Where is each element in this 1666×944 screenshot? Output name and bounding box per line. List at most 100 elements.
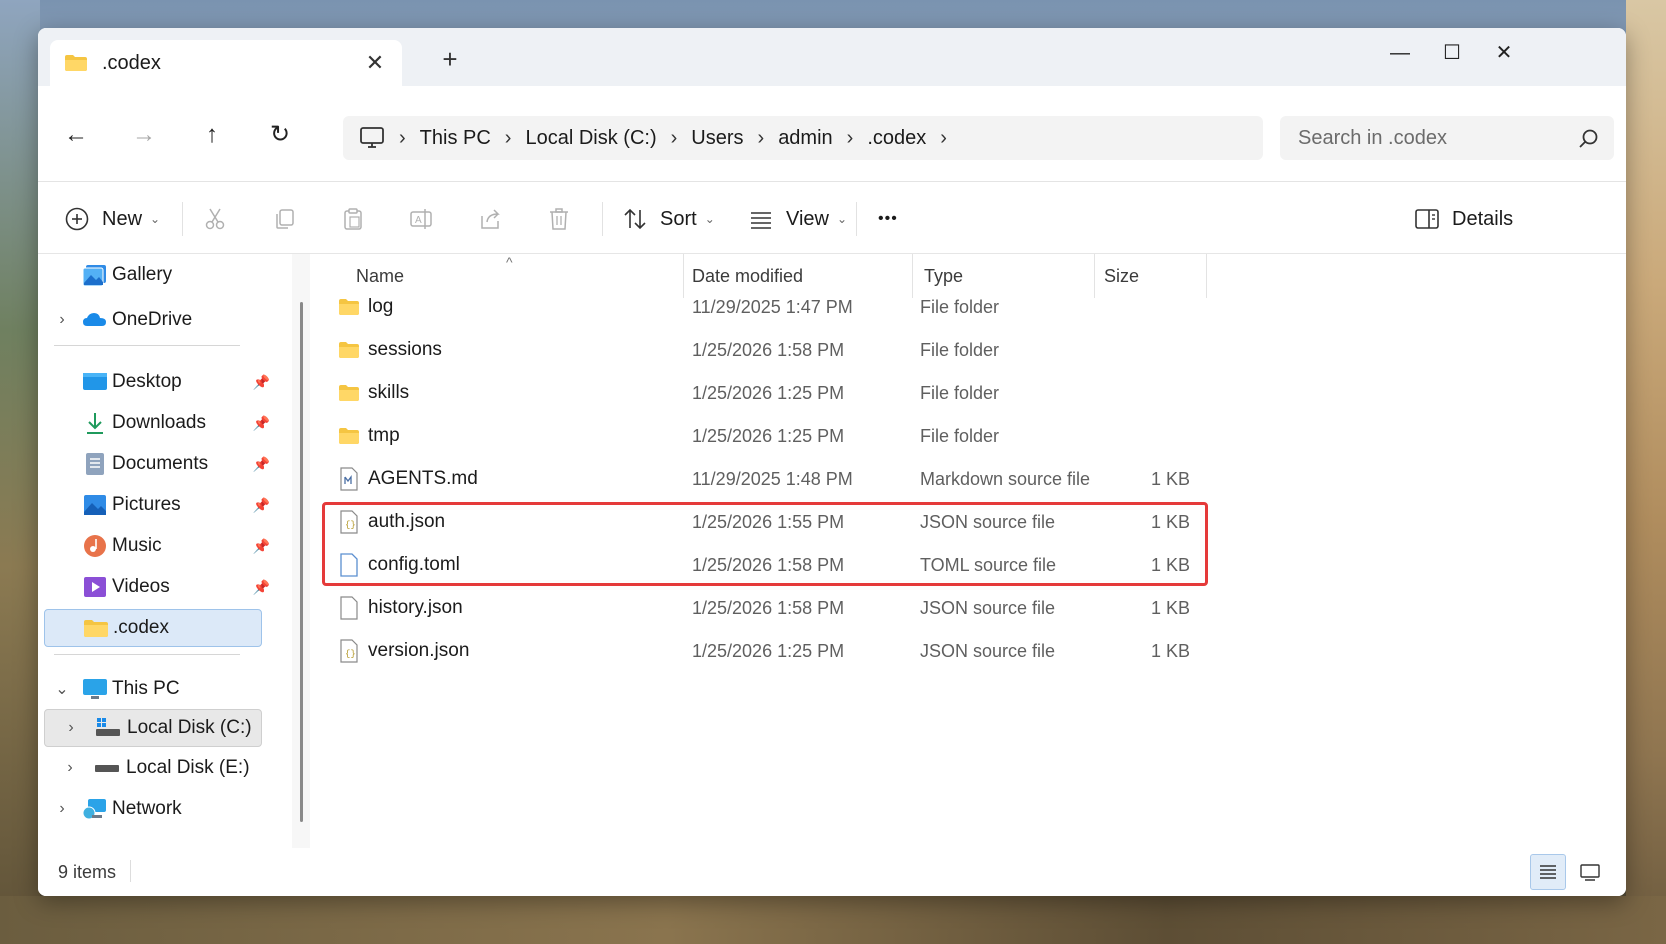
sidebar-item-onedrive[interactable]: › OneDrive xyxy=(44,301,276,339)
file-date: 1/25/2026 1:58 PM xyxy=(692,598,845,618)
sidebar-item-local-disk-e[interactable]: › Local Disk (E:) xyxy=(44,749,276,787)
minimize-button[interactable]: — xyxy=(1380,38,1420,68)
sidebar-item-label: Downloads xyxy=(112,412,206,433)
sidebar-item-label: This PC xyxy=(112,678,180,699)
search-input[interactable] xyxy=(1280,116,1614,160)
up-button[interactable]: ↑ xyxy=(196,120,228,152)
chevron-right-icon[interactable]: › xyxy=(62,759,78,777)
breadcrumb-local-disk-c[interactable]: Local Disk (C:) xyxy=(525,127,656,150)
chevron-down-icon: ⌄ xyxy=(704,212,715,226)
file-size: 1 KB xyxy=(1150,469,1190,489)
new-tab-button[interactable]: + xyxy=(436,44,464,75)
sidebar-item-desktop[interactable]: Desktop 📌 xyxy=(44,363,276,401)
file-row-version-json[interactable]: {} version.json 1/25/2026 1:25 PM JSON s… xyxy=(310,630,1210,672)
share-button[interactable] xyxy=(478,204,504,234)
refresh-button[interactable]: ↻ xyxy=(264,120,296,152)
command-bar: New ⌄ A Sort ⌄ View ⌄ ••• Details xyxy=(38,182,1626,254)
desktop-background-right xyxy=(1626,0,1666,944)
file-row-skills[interactable]: skills 1/25/2026 1:25 PM File folder xyxy=(310,372,1210,414)
folder-icon xyxy=(339,299,359,315)
markdown-file-icon xyxy=(340,467,358,491)
sidebar-item-label: Local Disk (E:) xyxy=(126,757,250,778)
file-type: File folder xyxy=(920,426,1000,446)
drive-icon xyxy=(96,718,120,736)
file-list: ^ Name Date modified Type Size log 11/29… xyxy=(310,254,1626,848)
file-type: JSON source file xyxy=(920,641,1056,661)
search-icon[interactable] xyxy=(1578,128,1600,150)
drive-icon xyxy=(95,765,119,772)
folder-icon xyxy=(84,620,108,637)
sidebar-item-videos[interactable]: Videos 📌 xyxy=(44,568,276,606)
large-icons-view-button[interactable] xyxy=(1572,854,1608,890)
see-more-button[interactable]: ••• xyxy=(878,204,898,234)
view-button[interactable]: View ⌄ xyxy=(748,204,847,234)
folder-icon xyxy=(339,385,359,401)
delete-button[interactable] xyxy=(546,204,572,234)
file-date: 1/25/2026 1:25 PM xyxy=(692,641,845,661)
sidebar-item-network[interactable]: › Network xyxy=(44,790,276,828)
breadcrumb-admin[interactable]: admin xyxy=(778,127,832,150)
file-date: 11/29/2025 1:48 PM xyxy=(692,469,853,489)
copy-button[interactable] xyxy=(272,204,298,234)
desktop-icon xyxy=(83,373,107,390)
scissors-icon xyxy=(205,208,225,230)
sidebar-item-gallery[interactable]: Gallery xyxy=(44,256,276,294)
documents-icon xyxy=(86,453,104,475)
toolbar-divider xyxy=(856,202,857,236)
chevron-down-icon[interactable]: ⌄ xyxy=(54,679,70,699)
file-row-tmp[interactable]: tmp 1/25/2026 1:25 PM File folder xyxy=(310,415,1210,457)
tab-title: .codex xyxy=(102,51,161,74)
sort-button[interactable]: Sort ⌄ xyxy=(622,204,715,234)
file-type: File folder xyxy=(920,297,1000,317)
sidebar-item-label: Music xyxy=(112,535,162,556)
new-label: New xyxy=(102,207,143,230)
breadcrumb-separator: › xyxy=(757,126,765,149)
status-bar: 9 items xyxy=(38,848,1626,896)
file-name: skills xyxy=(368,382,410,403)
file-row-agents-md[interactable]: AGENTS.md 11/29/2025 1:48 PM Markdown so… xyxy=(310,458,1210,500)
details-pane-button[interactable]: Details xyxy=(1414,204,1513,234)
clipboard-icon xyxy=(344,208,362,230)
sidebar-item-this-pc[interactable]: ⌄ This PC xyxy=(44,670,276,708)
back-button[interactable]: ← xyxy=(60,120,92,152)
new-button[interactable]: New ⌄ xyxy=(64,204,160,234)
sidebar-item-pictures[interactable]: Pictures 📌 xyxy=(44,486,276,524)
chevron-right-icon[interactable]: › xyxy=(54,311,70,329)
breadcrumb-this-pc[interactable]: This PC xyxy=(420,127,491,150)
sidebar-item-downloads[interactable]: Downloads 📌 xyxy=(44,404,276,442)
details-view-button[interactable] xyxy=(1530,854,1566,890)
toolbar-divider xyxy=(182,202,183,236)
breadcrumb-codex[interactable]: .codex xyxy=(867,127,926,150)
file-row-sessions[interactable]: sessions 1/25/2026 1:58 PM File folder xyxy=(310,329,1210,371)
file-name: tmp xyxy=(368,425,400,446)
cut-button[interactable] xyxy=(202,204,228,234)
folder-icon xyxy=(339,342,359,358)
close-button[interactable]: ✕ xyxy=(1484,38,1524,68)
file-row-history-json[interactable]: history.json 1/25/2026 1:58 PM JSON sour… xyxy=(310,587,1210,629)
maximize-button[interactable]: ☐ xyxy=(1432,38,1472,68)
tab-close-button[interactable]: ✕ xyxy=(362,50,388,76)
sidebar-item-codex[interactable]: .codex xyxy=(44,609,262,647)
sidebar-item-music[interactable]: Music 📌 xyxy=(44,527,276,565)
desktop-background-left xyxy=(0,0,40,944)
chevron-right-icon[interactable]: › xyxy=(63,719,79,737)
paste-button[interactable] xyxy=(340,204,366,234)
plus-circle-icon xyxy=(65,207,89,231)
address-bar[interactable]: › This PC › Local Disk (C:) › Users › ad… xyxy=(343,116,1263,160)
rename-button[interactable]: A xyxy=(408,204,434,234)
breadcrumb-users[interactable]: Users xyxy=(691,127,743,150)
file-row-log[interactable]: log 11/29/2025 1:47 PM File folder xyxy=(310,286,1210,328)
tab-codex[interactable]: .codex ✕ xyxy=(50,40,402,86)
breadcrumb-separator[interactable]: › xyxy=(940,127,947,150)
chevron-right-icon[interactable]: › xyxy=(54,800,70,818)
forward-button[interactable]: → xyxy=(128,120,160,152)
sidebar-item-documents[interactable]: Documents 📌 xyxy=(44,445,276,483)
sidebar-item-local-disk-c[interactable]: › Local Disk (C:) xyxy=(44,709,262,747)
breadcrumb-separator: › xyxy=(846,126,854,149)
file-icon xyxy=(340,596,358,620)
breadcrumb-separator: › xyxy=(670,126,678,149)
details-label: Details xyxy=(1452,207,1514,230)
chevron-down-icon: ⌄ xyxy=(837,212,848,226)
breadcrumb-separator: › xyxy=(504,126,512,149)
sidebar-scrollbar[interactable] xyxy=(300,302,303,822)
